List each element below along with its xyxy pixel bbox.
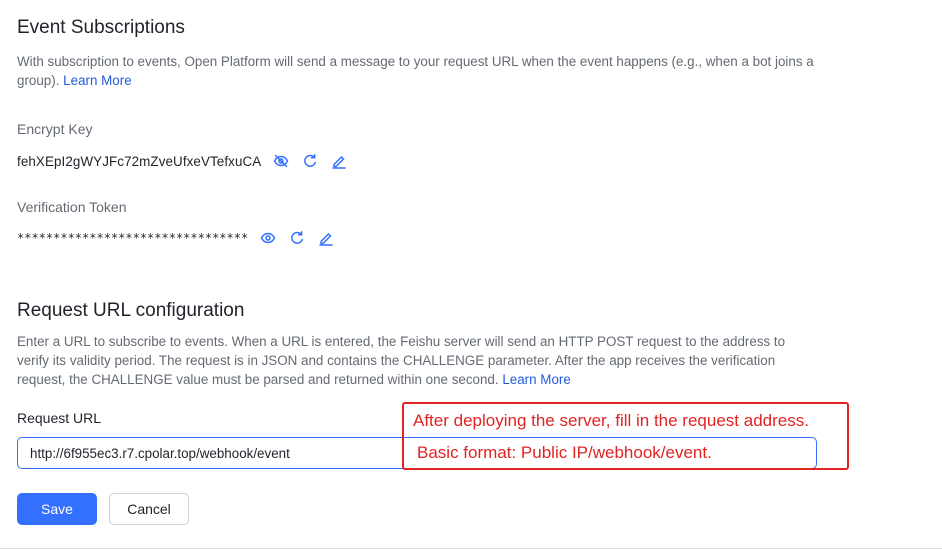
request-url-label: Request URL [17,410,102,426]
divider [0,548,942,549]
refresh-icon[interactable] [288,229,306,247]
verification-token-value: ******************************** [17,231,249,245]
annotation-line-1: After deploying the server, fill in the … [413,411,809,430]
refresh-icon[interactable] [301,152,319,170]
verification-token-row: ******************************** [17,228,335,248]
verification-token-label: Verification Token [17,199,127,215]
eye-icon[interactable] [259,229,277,247]
encrypt-key-label: Encrypt Key [17,121,93,137]
annotation-line-2: Basic format: Public IP/webhook/event. [417,443,712,462]
edit-icon[interactable] [317,229,335,247]
event-subscriptions-description: With subscription to events, Open Platfo… [17,54,814,88]
learn-more-link[interactable]: Learn More [63,73,131,88]
cancel-button[interactable]: Cancel [109,493,189,525]
learn-more-link[interactable]: Learn More [502,372,570,387]
encrypt-key-value: fehXEpI2gWYJFc72mZveUfxeVTefxuCA [17,153,262,169]
event-subscriptions-title: Event Subscriptions [17,17,185,38]
request-url-config-title: Request URL configuration [17,300,245,321]
eye-off-icon[interactable] [272,152,290,170]
request-url-config-description: Enter a URL to subscribe to events. When… [17,334,786,387]
edit-icon[interactable] [330,152,348,170]
encrypt-key-row: fehXEpI2gWYJFc72mZveUfxeVTefxuCA [17,151,348,171]
save-button[interactable]: Save [17,493,97,525]
